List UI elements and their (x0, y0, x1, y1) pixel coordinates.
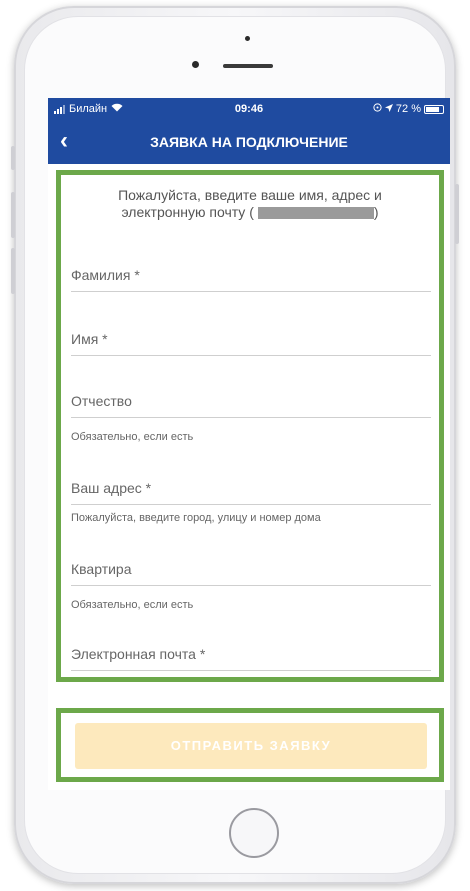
volume-down-button (11, 248, 15, 294)
front-camera (192, 61, 199, 68)
battery-icon (424, 104, 444, 114)
surname-underline (71, 291, 431, 292)
power-button (455, 184, 459, 244)
intro-line-2-text: электронную почту ( (121, 204, 254, 220)
name-field[interactable]: Имя * (71, 331, 431, 356)
submit-button[interactable]: ОТПРАВИТЬ ЗАЯВКУ (75, 723, 427, 769)
intro-line-1: Пожалуйста, введите ваше имя, адрес и (118, 187, 382, 203)
volume-up-button (11, 192, 15, 238)
intro-line-2-end: ) (373, 204, 379, 220)
patronymic-underline (71, 417, 431, 418)
surname-field[interactable]: Фамилия * (71, 267, 431, 292)
alarm-icon (373, 103, 382, 115)
apartment-label: Квартира (71, 561, 132, 577)
app-screen: Билайн 09:46 72 % ‹ ЗАЯВКА НА ПОДКЛЮЧЕНИ… (48, 98, 450, 790)
earpiece-speaker (223, 64, 273, 68)
status-bar: Билайн 09:46 72 % (48, 98, 450, 120)
form-intro: Пожалуйста, введите ваше имя, адрес и эл… (61, 187, 439, 221)
surname-label: Фамилия * (71, 267, 140, 283)
battery-percent: 72 % (395, 103, 421, 115)
patronymic-label: Отчество (71, 393, 132, 409)
home-button[interactable] (229, 808, 279, 858)
status-right: 72 % (373, 103, 444, 115)
patronymic-hint: Обязательно, если есть (71, 431, 194, 443)
nav-bar: ‹ ЗАЯВКА НА ПОДКЛЮЧЕНИЕ (48, 120, 450, 164)
mute-switch (11, 146, 15, 170)
form-section: Пожалуйста, введите ваше имя, адрес и эл… (56, 170, 444, 682)
address-underline (71, 504, 431, 505)
apartment-hint: Обязательно, если есть (71, 599, 194, 611)
submit-section: ОТПРАВИТЬ ЗАЯВКУ (56, 708, 444, 782)
name-label: Имя * (71, 331, 108, 347)
page-title: ЗАЯВКА НА ПОДКЛЮЧЕНИЕ (150, 134, 348, 150)
email-underline (71, 670, 431, 671)
name-underline (71, 355, 431, 356)
location-icon (384, 103, 393, 115)
apartment-underline (71, 585, 431, 586)
address-hint: Пожалуйста, введите город, улицу и номер… (71, 512, 321, 524)
email-field[interactable]: Электронная почта * (71, 646, 431, 671)
email-label: Электронная почта * (71, 646, 206, 662)
address-field[interactable]: Ваш адрес * (71, 480, 431, 505)
redacted-block (257, 207, 374, 220)
proximity-sensor (245, 36, 250, 41)
patronymic-field[interactable]: Отчество (71, 393, 431, 418)
address-label: Ваш адрес * (71, 480, 152, 496)
apartment-field[interactable]: Квартира (71, 561, 431, 586)
intro-line-2: электронную почту () (61, 204, 439, 221)
